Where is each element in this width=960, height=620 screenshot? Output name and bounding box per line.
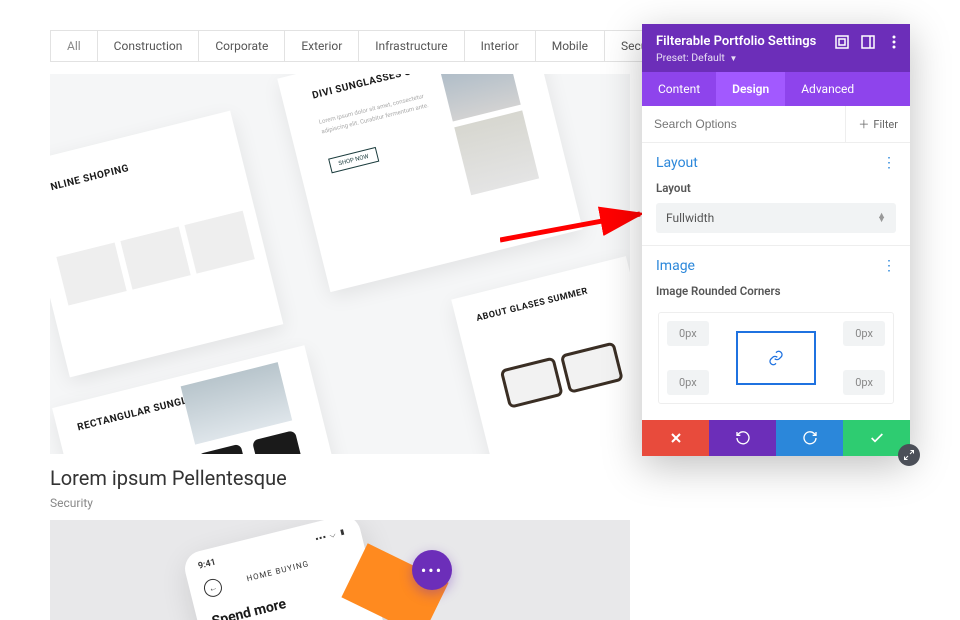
tab-design[interactable]: Design [716, 72, 785, 106]
mock-photo [184, 211, 254, 274]
filter-tab-infrastructure[interactable]: Infrastructure [359, 31, 464, 61]
more-icon[interactable] [886, 34, 902, 50]
search-input[interactable] [642, 107, 845, 141]
section-title-layout[interactable]: Layout [656, 155, 698, 171]
mock-photo [120, 227, 190, 290]
filter-tab-mobile[interactable]: Mobile [536, 31, 605, 61]
filter-tab-construction[interactable]: Construction [98, 31, 200, 61]
chevron-down-icon: ▼ [729, 54, 737, 63]
redo-icon [802, 430, 818, 446]
resize-handle[interactable] [898, 444, 920, 466]
preset-value: Default [691, 51, 725, 64]
mock-cta: SHOP NOW [328, 147, 379, 173]
section-layout: Layout ⋮ Layout Fullwidth ▲▼ [642, 143, 910, 246]
corner-bottom-left-input[interactable]: 0px [667, 370, 709, 395]
mock-heading: ONLINE SHOPING [50, 163, 130, 195]
link-corners-toggle[interactable] [736, 331, 816, 385]
undo-icon [735, 430, 751, 446]
check-icon [869, 430, 885, 446]
section-more-icon[interactable]: ⋮ [882, 155, 896, 171]
panel-header[interactable]: Filterable Portfolio Settings Preset: De… [642, 24, 910, 72]
phone-headline: Spend more [210, 585, 330, 620]
panel-tabs: Content Design Advanced [642, 72, 910, 106]
mock-photo [454, 110, 539, 195]
section-title-image[interactable]: Image [656, 258, 695, 274]
corner-top-left-input[interactable]: 0px [667, 321, 709, 346]
corner-top-right-input[interactable]: 0px [843, 321, 885, 346]
fullscreen-icon[interactable] [834, 34, 850, 50]
layout-field-label: Layout [656, 181, 896, 195]
snap-icon[interactable] [860, 34, 876, 50]
filter-tab-interior[interactable]: Interior [465, 31, 536, 61]
close-button[interactable] [642, 420, 709, 456]
mock-body: Lorem ipsum dolor sit amet, consectetur … [318, 89, 439, 137]
portfolio-thumbnail[interactable]: 9:41 ▪▪▪ ⌵ ▮ ← HOME BUYING Spend more [50, 520, 630, 620]
section-image: Image ⋮ Image Rounded Corners 0px 0px 0p… [642, 246, 910, 420]
section-more-icon[interactable]: ⋮ [882, 258, 896, 274]
phone-time: 9:41 [197, 558, 217, 572]
filter-tab-exterior[interactable]: Exterior [285, 31, 359, 61]
panel-action-bar [642, 420, 910, 456]
corner-bottom-right-input[interactable]: 0px [843, 370, 885, 395]
layout-select-value: Fullwidth [666, 211, 714, 225]
tab-content[interactable]: Content [642, 72, 716, 106]
close-icon [669, 431, 683, 445]
tab-advanced[interactable]: Advanced [785, 72, 870, 106]
link-icon [768, 350, 784, 366]
redo-button[interactable] [776, 420, 843, 456]
phone-header: HOME BUYING [189, 545, 366, 597]
mock-photo [181, 362, 293, 444]
portfolio-item-title: Lorem ipsum Pellentesque [50, 466, 910, 490]
mock-heading: ABOUT GLASES SUMMER [475, 286, 589, 323]
phone-status-icons: ▪▪▪ ⌵ ▮ [314, 527, 347, 544]
portfolio-thumbnail[interactable]: DIVI SUNGLASSES SHOP Lorem ipsum dolor s… [50, 74, 630, 454]
rounded-corners-control: 0px 0px 0px 0px [658, 312, 894, 404]
preset-label: Preset: [656, 51, 689, 64]
filter-tab-corporate[interactable]: Corporate [199, 31, 285, 61]
filter-tab-all[interactable]: All [51, 31, 98, 61]
module-fab-button[interactable]: ••• [412, 550, 452, 590]
plus-icon: ＋ [858, 116, 869, 132]
undo-button[interactable] [709, 420, 776, 456]
portfolio-item-category: Security [50, 496, 910, 510]
settings-panel: Filterable Portfolio Settings Preset: De… [642, 24, 910, 456]
filter-button[interactable]: ＋ Filter [845, 106, 910, 142]
mock-photo [56, 243, 126, 306]
image-corners-label: Image Rounded Corners [656, 284, 896, 298]
filter-button-label: Filter [873, 118, 898, 131]
glasses-icon [500, 341, 629, 419]
preset-selector[interactable]: Preset: Default ▼ [656, 51, 896, 64]
layout-select[interactable]: Fullwidth ▲▼ [656, 203, 896, 233]
select-arrows-icon: ▲▼ [877, 214, 886, 223]
resize-icon [903, 449, 915, 461]
